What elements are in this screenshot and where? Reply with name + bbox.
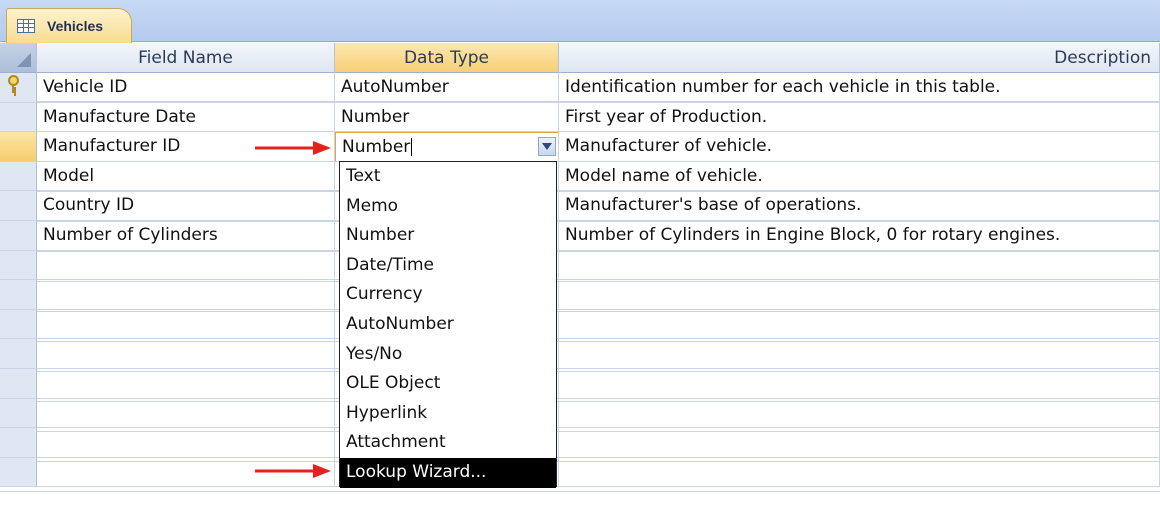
dropdown-button[interactable]	[538, 137, 556, 157]
select-all-button[interactable]	[0, 43, 37, 73]
row-selector[interactable]	[0, 398, 37, 429]
field-name-cell[interactable]: Country ID	[37, 191, 335, 221]
dropdown-option-currency[interactable]: Currency	[340, 280, 556, 310]
table-row[interactable]: Model Model name of vehicle.	[0, 161, 1160, 192]
red-arrow-icon	[255, 141, 331, 155]
field-name-cell[interactable]	[37, 339, 335, 369]
dropdown-option-lookup-wizard[interactable]: Lookup Wizard...	[340, 457, 556, 488]
column-header-field-name[interactable]: Field Name	[37, 43, 335, 73]
data-type-combobox[interactable]: Number	[335, 132, 559, 162]
description-cell[interactable]	[559, 398, 1160, 429]
column-header-row: Field Name Data Type Description	[0, 43, 1160, 73]
table-row[interactable]: Country ID Manufacturer's base of operat…	[0, 191, 1160, 221]
tab-label: Vehicles	[47, 18, 104, 34]
table-row-empty[interactable]	[0, 280, 1160, 310]
field-name-cell[interactable]: Model	[37, 161, 335, 192]
description-cell[interactable]	[559, 250, 1160, 281]
row-selector[interactable]	[0, 73, 37, 103]
table-row-empty[interactable]	[0, 250, 1160, 281]
field-name-cell[interactable]	[37, 309, 335, 340]
row-selector[interactable]	[0, 161, 37, 192]
dropdown-option-autonumber[interactable]: AutoNumber	[340, 310, 556, 340]
row-selector[interactable]	[0, 339, 37, 369]
row-selector[interactable]	[0, 250, 37, 281]
dropdown-option-yes-no[interactable]: Yes/No	[340, 340, 556, 370]
document-tab-bar: Vehicles	[0, 0, 1160, 43]
dropdown-option-number[interactable]: Number	[340, 221, 556, 251]
field-name-cell[interactable]	[37, 250, 335, 281]
row-selector[interactable]	[0, 368, 37, 399]
primary-key-icon	[8, 75, 19, 93]
data-type-combobox-value: Number	[342, 137, 411, 158]
table-row-empty[interactable]	[0, 309, 1160, 340]
data-type-cell[interactable]: Number	[335, 102, 559, 133]
row-selector[interactable]	[0, 191, 37, 221]
table-row[interactable]: Vehicle ID AutoNumber Identification num…	[0, 73, 1160, 103]
table-row-empty[interactable]	[0, 428, 1160, 458]
table-row-empty[interactable]	[0, 457, 1160, 488]
row-selector[interactable]	[0, 220, 37, 251]
description-cell[interactable]: Model name of vehicle.	[559, 161, 1160, 192]
description-cell[interactable]: Manufacturer of vehicle.	[559, 132, 1160, 162]
row-selector[interactable]	[0, 457, 37, 488]
description-cell[interactable]	[559, 368, 1160, 399]
description-cell[interactable]	[559, 428, 1160, 458]
row-selector[interactable]	[0, 132, 37, 162]
dropdown-option-ole-object[interactable]: OLE Object	[340, 369, 556, 399]
table-icon	[17, 19, 35, 33]
description-cell[interactable]	[559, 309, 1160, 340]
description-cell[interactable]: Manufacturer's base of operations.	[559, 191, 1160, 221]
table-row-empty[interactable]	[0, 398, 1160, 429]
field-name-cell[interactable]	[37, 428, 335, 458]
row-selector[interactable]	[0, 309, 37, 340]
text-caret	[411, 138, 413, 157]
row-selector[interactable]	[0, 102, 37, 133]
field-name-cell[interactable]	[37, 280, 335, 310]
column-header-data-type[interactable]: Data Type	[335, 43, 559, 73]
description-cell[interactable]	[559, 280, 1160, 310]
dropdown-option-hyperlink[interactable]: Hyperlink	[340, 399, 556, 429]
row-selector[interactable]	[0, 428, 37, 458]
column-header-description[interactable]: Description	[559, 43, 1160, 73]
data-type-dropdown-list: Text Memo Number Date/Time Currency Auto…	[339, 161, 557, 488]
red-arrow-icon	[255, 464, 331, 478]
dropdown-option-text[interactable]: Text	[340, 162, 556, 192]
dropdown-option-memo[interactable]: Memo	[340, 192, 556, 222]
field-name-cell[interactable]: Number of Cylinders	[37, 220, 335, 251]
field-name-cell[interactable]: Manufacture Date	[37, 102, 335, 133]
description-cell[interactable]	[559, 339, 1160, 369]
chevron-down-icon	[542, 143, 552, 151]
table-row-current[interactable]: Manufacturer ID Manufacturer of vehicle.…	[0, 132, 1160, 162]
field-name-cell[interactable]: Vehicle ID	[37, 73, 335, 103]
description-cell[interactable]: Identification number for each vehicle i…	[559, 73, 1160, 103]
table-row-empty[interactable]	[0, 339, 1160, 369]
dropdown-option-date-time[interactable]: Date/Time	[340, 251, 556, 281]
field-name-cell[interactable]	[37, 398, 335, 429]
field-name-cell[interactable]	[37, 368, 335, 399]
table-row-empty[interactable]	[0, 368, 1160, 399]
table-row[interactable]: Manufacture Date Number First year of Pr…	[0, 102, 1160, 133]
table-row[interactable]: Number of Cylinders Number of Cylinders …	[0, 220, 1160, 251]
data-type-cell[interactable]: AutoNumber	[335, 73, 559, 103]
description-cell[interactable]: First year of Production.	[559, 102, 1160, 133]
description-cell[interactable]: Number of Cylinders in Engine Block, 0 f…	[559, 220, 1160, 251]
field-rows: Vehicle ID AutoNumber Identification num…	[0, 73, 1160, 488]
dropdown-option-attachment[interactable]: Attachment	[340, 428, 556, 458]
description-cell[interactable]	[559, 457, 1160, 488]
row-selector[interactable]	[0, 280, 37, 310]
tab-vehicles[interactable]: Vehicles	[6, 8, 132, 43]
